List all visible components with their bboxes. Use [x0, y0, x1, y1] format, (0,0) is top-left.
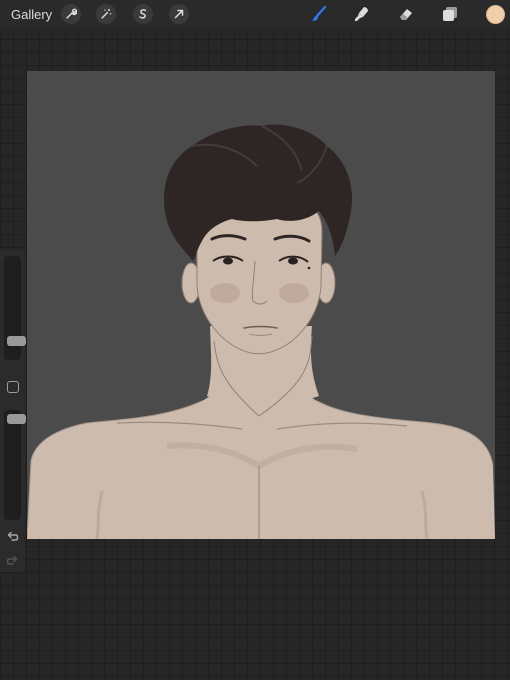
portrait-artwork: [27, 124, 495, 539]
eraser-icon[interactable]: [395, 4, 417, 24]
smudge-icon[interactable]: [351, 4, 373, 24]
layers-icon[interactable]: [439, 4, 461, 24]
color-picker-swatch[interactable]: [486, 5, 505, 24]
wrench-icon[interactable]: [61, 4, 81, 24]
brush-icon[interactable]: [308, 4, 330, 24]
gallery-button[interactable]: Gallery: [11, 7, 52, 22]
top-toolbar: Gallery: [0, 0, 510, 28]
selection-icon[interactable]: [133, 4, 153, 24]
transform-arrow-icon[interactable]: [169, 4, 189, 24]
opacity-thumb[interactable]: [7, 414, 26, 424]
magic-wand-icon[interactable]: [96, 4, 116, 24]
brush-size-thumb[interactable]: [7, 336, 26, 346]
opacity-slider[interactable]: [4, 410, 26, 520]
modify-button[interactable]: [7, 381, 19, 393]
undo-icon[interactable]: [6, 530, 19, 543]
brush-size-slider[interactable]: [4, 256, 26, 360]
drawing-canvas[interactable]: [27, 71, 495, 539]
redo-icon[interactable]: [6, 554, 19, 567]
brush-sidebar: [0, 250, 26, 572]
